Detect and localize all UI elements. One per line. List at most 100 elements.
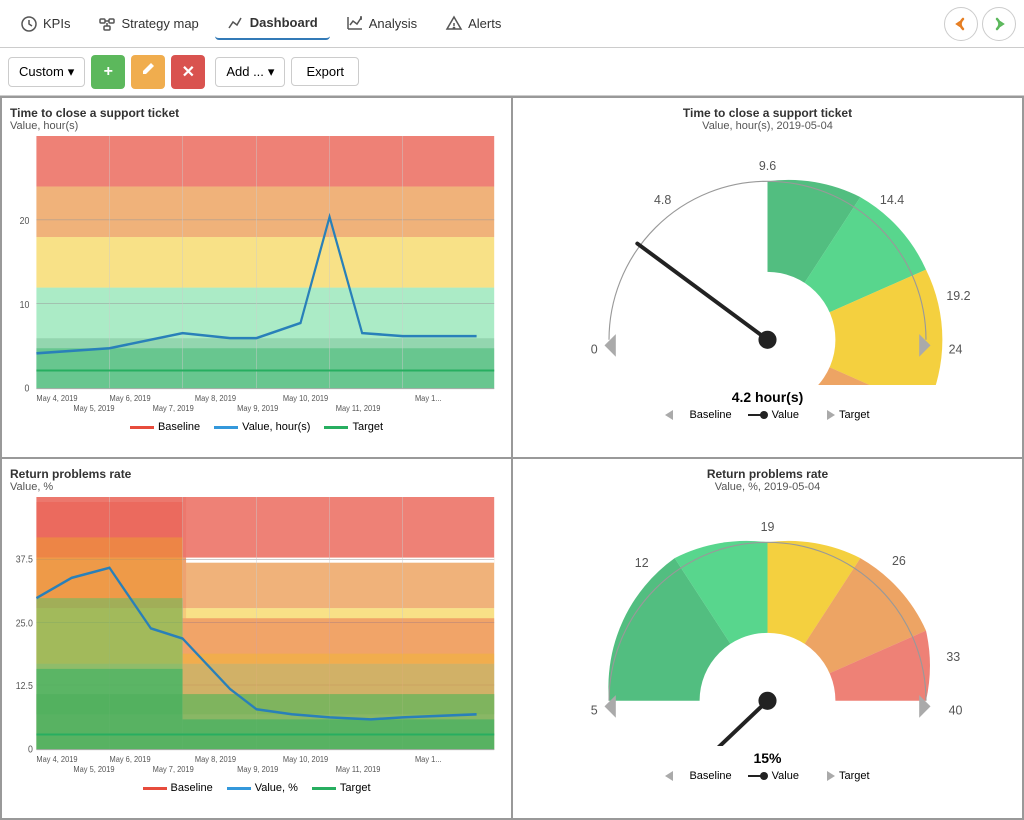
nav-kpis[interactable]: KPIs bbox=[8, 9, 82, 39]
gauge-legend-baseline: Baseline bbox=[665, 409, 731, 421]
nav-alerts[interactable]: Alerts bbox=[433, 9, 513, 39]
chart-legend-top-left: Baseline Value, hour(s) Target bbox=[10, 421, 503, 433]
panel-bottom-right-title: Return problems rate bbox=[521, 467, 1014, 481]
gauge-legend-target-label: Target bbox=[839, 409, 870, 421]
svg-text:12.5: 12.5 bbox=[16, 681, 33, 693]
svg-text:24: 24 bbox=[949, 342, 963, 356]
gauge-legend-value: Value bbox=[748, 409, 799, 421]
svg-text:9.6: 9.6 bbox=[759, 159, 776, 173]
svg-text:May 5, 2019: May 5, 2019 bbox=[73, 403, 115, 413]
legend-value-bl-line bbox=[227, 787, 251, 790]
gauge-top: 9.6 14.4 4.8 19.2 0 24 4.2 hour(s) Basel… bbox=[521, 136, 1014, 429]
legend-target-label: Target bbox=[352, 421, 383, 433]
legend-target: Target bbox=[324, 421, 383, 433]
svg-text:25.0: 25.0 bbox=[16, 618, 33, 630]
svg-text:26: 26 bbox=[892, 554, 906, 568]
svg-text:May 6, 2019: May 6, 2019 bbox=[109, 393, 151, 403]
delete-button[interactable]: ✕ bbox=[171, 55, 205, 89]
gauge-legend-value-br: Value bbox=[748, 770, 799, 782]
nav-analysis[interactable]: Analysis bbox=[334, 9, 429, 39]
export-button[interactable]: Export bbox=[291, 57, 359, 86]
panel-top-left-title: Time to close a support ticket bbox=[10, 106, 503, 120]
gauge-legend-target: Target bbox=[815, 409, 870, 421]
gauge-bottom-value: 15% bbox=[753, 750, 781, 766]
custom-dropdown-button[interactable]: Custom ▾ bbox=[8, 57, 85, 87]
strategy-map-icon bbox=[98, 15, 116, 33]
line-chart-bottom-svg: 0 12.5 25.0 37.5 May 4, 2019 May 6, 2019… bbox=[10, 497, 503, 780]
svg-text:May 9, 2019: May 9, 2019 bbox=[237, 403, 279, 413]
svg-text:5: 5 bbox=[591, 703, 598, 717]
nav-strategy-map[interactable]: Strategy map bbox=[86, 9, 210, 39]
gauge-top-svg: 9.6 14.4 4.8 19.2 0 24 bbox=[521, 136, 1014, 385]
legend-value-line bbox=[214, 426, 238, 429]
nav-back-button[interactable] bbox=[944, 7, 978, 41]
svg-text:May 4, 2019: May 4, 2019 bbox=[36, 393, 78, 403]
svg-text:33: 33 bbox=[946, 650, 960, 664]
svg-text:May 8, 2019: May 8, 2019 bbox=[195, 754, 237, 764]
add-dropdown-button[interactable]: Add ... ▾ bbox=[215, 57, 285, 87]
line-chart-bottom: 0 12.5 25.0 37.5 May 4, 2019 May 6, 2019… bbox=[10, 497, 503, 780]
svg-text:May 8, 2019: May 8, 2019 bbox=[195, 393, 237, 403]
svg-text:May 6, 2019: May 6, 2019 bbox=[109, 754, 151, 764]
svg-text:12: 12 bbox=[635, 556, 649, 570]
legend-value-label: Value, hour(s) bbox=[242, 421, 310, 433]
nav-dashboard[interactable]: Dashboard bbox=[215, 8, 330, 40]
panel-bottom-left: Return problems rate Value, % bbox=[1, 458, 512, 819]
svg-text:May 4, 2019: May 4, 2019 bbox=[36, 754, 78, 764]
svg-text:0: 0 bbox=[28, 744, 33, 756]
nav-analysis-label: Analysis bbox=[369, 16, 417, 31]
svg-text:40: 40 bbox=[949, 703, 963, 717]
dashboard-icon bbox=[227, 14, 245, 32]
svg-text:20: 20 bbox=[20, 215, 30, 227]
line-chart-top: 0 10 20 May 4, 2019 May 6, 2019 May 8, 2… bbox=[10, 136, 503, 419]
panel-top-right-title: Time to close a support ticket bbox=[521, 106, 1014, 120]
legend-value-bl-label: Value, % bbox=[255, 782, 298, 794]
svg-text:May 7, 2019: May 7, 2019 bbox=[153, 403, 195, 413]
close-icon: ✕ bbox=[182, 62, 195, 82]
nav-forward-button[interactable] bbox=[982, 7, 1016, 41]
line-chart-top-svg: 0 10 20 May 4, 2019 May 6, 2019 May 8, 2… bbox=[10, 136, 503, 419]
gauge-bottom: 5 12 19 26 33 40 15% Baseline Value bbox=[521, 497, 1014, 790]
legend-value: Value, hour(s) bbox=[214, 421, 310, 433]
alerts-icon bbox=[445, 15, 463, 33]
svg-text:0: 0 bbox=[591, 342, 598, 356]
analysis-icon bbox=[346, 15, 364, 33]
legend-baseline-label: Baseline bbox=[158, 421, 200, 433]
legend-baseline-bl-label: Baseline bbox=[171, 782, 213, 794]
gauge-bottom-legend: Baseline Value Target bbox=[665, 770, 869, 782]
add-new-button[interactable]: + bbox=[91, 55, 125, 89]
dashboard-grid: Time to close a support ticket Value, ho… bbox=[0, 96, 1024, 820]
svg-text:19: 19 bbox=[761, 520, 775, 534]
custom-dropdown-arrow: ▾ bbox=[68, 64, 75, 80]
gauge-top-legend: Baseline Value Target bbox=[665, 409, 869, 421]
legend-baseline: Baseline bbox=[130, 421, 200, 433]
svg-text:May 5, 2019: May 5, 2019 bbox=[73, 764, 115, 774]
gauge-legend-value-br-label: Value bbox=[772, 770, 799, 782]
gauge-legend-baseline-br: Baseline bbox=[665, 770, 731, 782]
add-dropdown-arrow: ▾ bbox=[268, 64, 275, 80]
gauge-legend-target-br-label: Target bbox=[839, 770, 870, 782]
kpi-icon bbox=[20, 15, 38, 33]
panel-top-right: Time to close a support ticket Value, ho… bbox=[512, 97, 1023, 458]
svg-text:May 11, 2019: May 11, 2019 bbox=[336, 764, 381, 774]
gauge-bottom-svg: 5 12 19 26 33 40 bbox=[521, 497, 1014, 746]
edit-button[interactable] bbox=[131, 55, 165, 89]
svg-text:May 10, 2019: May 10, 2019 bbox=[283, 393, 329, 403]
edit-icon bbox=[140, 61, 156, 82]
plus-icon: + bbox=[104, 63, 113, 81]
svg-text:37.5: 37.5 bbox=[16, 554, 33, 566]
svg-text:May 9, 2019: May 9, 2019 bbox=[237, 764, 279, 774]
navbar: KPIs Strategy map Dashboard bbox=[0, 0, 1024, 48]
toolbar: Custom ▾ + ✕ Add ... ▾ Export bbox=[0, 48, 1024, 96]
legend-target-bl: Target bbox=[312, 782, 371, 794]
nav-arrows bbox=[944, 7, 1016, 41]
svg-text:May 7, 2019: May 7, 2019 bbox=[153, 764, 195, 774]
nav-alerts-label: Alerts bbox=[468, 16, 501, 31]
export-label: Export bbox=[306, 64, 344, 79]
legend-baseline-bl-line bbox=[143, 787, 167, 790]
nav-dashboard-label: Dashboard bbox=[250, 15, 318, 30]
legend-target-bl-label: Target bbox=[340, 782, 371, 794]
svg-text:19.2: 19.2 bbox=[946, 289, 970, 303]
panel-top-left: Time to close a support ticket Value, ho… bbox=[1, 97, 512, 458]
panel-bottom-left-subtitle: Value, % bbox=[10, 481, 503, 493]
